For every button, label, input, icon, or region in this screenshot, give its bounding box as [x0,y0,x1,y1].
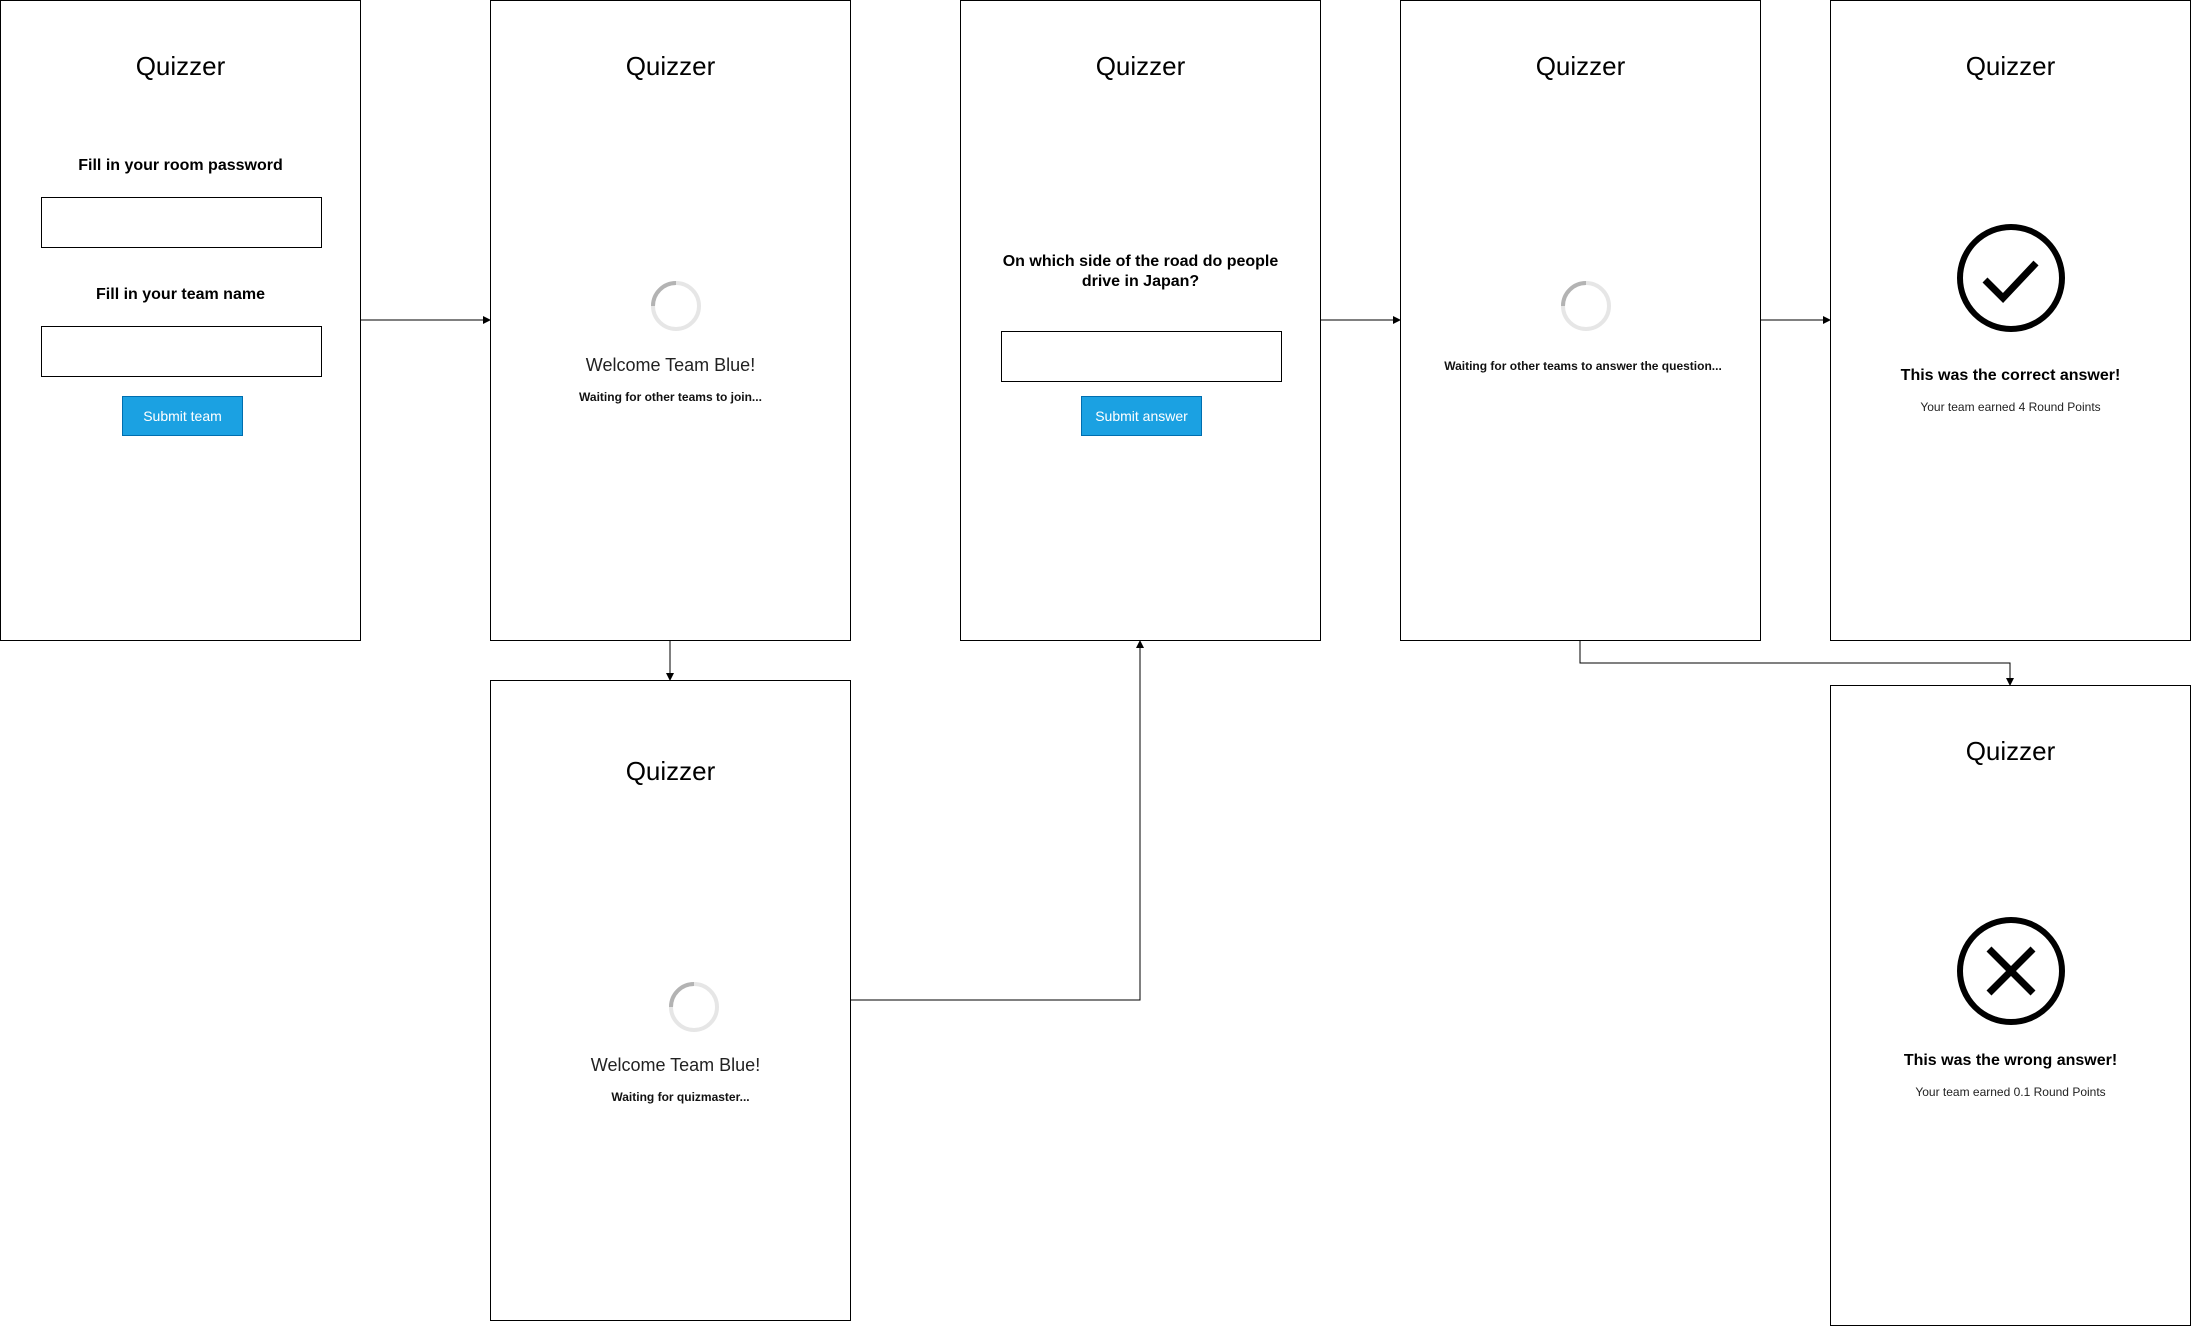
welcome-message: Welcome Team Blue! [590,1055,761,1075]
arrow-waiting-answers-to-wrong [1579,640,2014,686]
correct-answer-screen: Quizzer This was the correct answer! You… [1830,0,2191,641]
result-message: This was the correct answer! [1900,367,2121,384]
submit-team-button[interactable]: Submit team [122,396,243,436]
arrow-quizmaster-to-question [850,640,1144,1001]
app-title: Quizzer [1095,51,1186,81]
room-password-input[interactable] [41,197,322,248]
question-screen: Quizzer On which side of the road do peo… [960,0,1321,641]
result-message: This was the wrong answer! [1903,1052,2118,1069]
welcome-message: Welcome Team Blue! [585,355,756,375]
waiting-quizmaster-screen: Quizzer Welcome Team Blue! Waiting for q… [490,680,851,1321]
app-title: Quizzer [1535,51,1626,81]
app-title: Quizzer [625,51,716,81]
room-password-label: Fill in your room password [78,157,283,174]
loading-spinner-icon [1561,281,1611,331]
answer-input[interactable] [1001,331,1282,382]
loading-spinner-icon [651,281,701,331]
loading-spinner-icon [669,982,719,1032]
points-message: Your team earned 0.1 Round Points [1915,1085,2106,1099]
status-message: Waiting for quizmaster... [611,1090,750,1104]
x-circle-icon [1957,917,2065,1025]
team-name-label: Fill in your team name [96,286,265,303]
team-name-input[interactable] [41,326,322,377]
waiting-teams-screen: Quizzer Welcome Team Blue! Waiting for o… [490,0,851,641]
status-message: Waiting for other teams to join... [579,390,762,404]
check-circle-icon [1957,224,2065,332]
points-message: Your team earned 4 Round Points [1920,400,2101,414]
wrong-answer-screen: Quizzer This was the wrong answer! Your … [1830,685,2191,1326]
app-title: Quizzer [625,756,716,786]
question-text: On which side of the road do people driv… [1002,253,1279,290]
status-message: Waiting for other teams to answer the qu… [1444,359,1722,373]
app-title: Quizzer [1965,51,2056,81]
waiting-answers-screen: Quizzer Waiting for other teams to answe… [1400,0,1761,641]
app-title: Quizzer [135,51,226,81]
app-title: Quizzer [1965,736,2056,766]
submit-answer-button[interactable]: Submit answer [1081,396,1202,436]
join-screen: Quizzer Fill in your room password Fill … [0,0,361,641]
